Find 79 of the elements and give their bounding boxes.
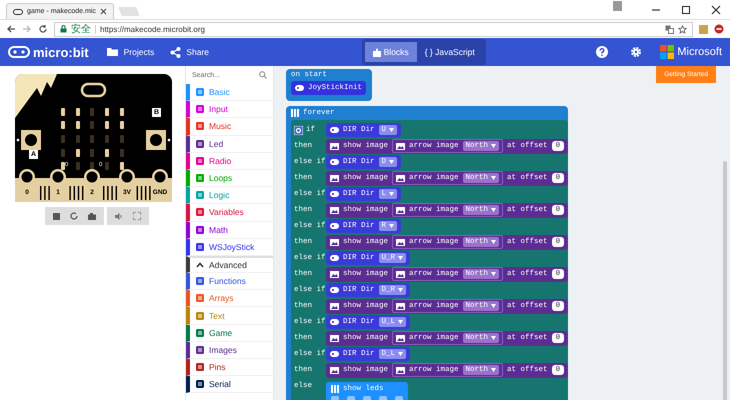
- gamepad-icon: [295, 85, 304, 91]
- gamepad-icon: [330, 255, 339, 261]
- caret-icon: [389, 128, 394, 132]
- gamepad-icon: [330, 191, 339, 197]
- grid-icon: [331, 385, 339, 393]
- search-icon[interactable]: [259, 71, 267, 79]
- microbit-logo-icon: [8, 46, 30, 58]
- gamepad-icon: [330, 159, 339, 165]
- caret-icon: [389, 192, 394, 196]
- close-icon[interactable]: [100, 8, 107, 15]
- tab-favicon-icon: [13, 8, 23, 14]
- image-icon: [330, 238, 339, 246]
- puzzle-icon: [372, 48, 381, 56]
- grid-icon: [291, 109, 299, 117]
- caret-icon: [196, 262, 204, 268]
- back-arrow-icon[interactable]: [6, 24, 16, 34]
- image-icon: [330, 174, 339, 182]
- image-icon: [330, 270, 339, 278]
- projects-button[interactable]: Projects: [106, 45, 154, 59]
- caret-icon: [398, 288, 404, 292]
- javascript-tab[interactable]: { } JavaScript: [416, 42, 483, 62]
- close-icon[interactable]: [711, 4, 721, 14]
- caret-icon: [398, 320, 404, 324]
- gamepad-icon: [330, 319, 339, 325]
- microbit-board-drawing[interactable]: [15, 74, 172, 202]
- help-icon[interactable]: [596, 46, 608, 58]
- lock-icon: [60, 25, 67, 33]
- image-icon: [396, 238, 406, 246]
- star-icon[interactable]: [678, 24, 687, 34]
- gear-icon[interactable]: [294, 126, 303, 134]
- caret-icon: [389, 224, 394, 228]
- gamepad-icon: [330, 351, 339, 357]
- url-text: https://makecode.microbit.org: [100, 24, 205, 34]
- caret-icon: [491, 144, 496, 148]
- caret-icon: [491, 176, 496, 180]
- reload-icon[interactable]: [38, 24, 48, 34]
- caret-icon: [491, 368, 496, 372]
- stop-icon[interactable]: [53, 212, 60, 220]
- share-button[interactable]: Share: [170, 44, 210, 60]
- microsoft-logo-icon: [660, 45, 674, 59]
- maximize-icon[interactable]: [681, 4, 691, 14]
- image-icon: [396, 270, 406, 278]
- settings-icon[interactable]: [630, 46, 642, 58]
- scrollbar[interactable]: [723, 161, 727, 400]
- image-icon: [330, 334, 339, 342]
- image-icon: [330, 142, 339, 150]
- image-icon: [396, 206, 406, 214]
- microsoft-text[interactable]: Microsoft: [677, 46, 722, 58]
- address-bar[interactable]: 安全 https://makecode.microbit.org: [54, 22, 693, 36]
- image-icon: [396, 142, 406, 150]
- share-icon: [170, 46, 182, 58]
- caret-icon: [491, 336, 496, 340]
- image-icon: [330, 206, 339, 214]
- image-icon: [330, 366, 339, 374]
- folder-icon: [106, 47, 119, 57]
- image-icon: [396, 366, 406, 374]
- caret-icon: [398, 352, 404, 356]
- translate-icon[interactable]: [665, 24, 674, 34]
- caret-icon: [491, 240, 496, 244]
- image-icon: [396, 174, 406, 182]
- stop-sign-icon[interactable]: [714, 24, 724, 34]
- restart-icon[interactable]: [70, 212, 78, 220]
- gamepad-icon: [330, 127, 339, 133]
- caret-icon: [398, 256, 404, 260]
- speaker-icon[interactable]: [115, 212, 123, 220]
- blocks-tab[interactable]: Blocks: [364, 42, 417, 62]
- camera-icon[interactable]: [88, 212, 96, 220]
- fullscreen-icon[interactable]: [133, 212, 141, 220]
- gamepad-icon: [330, 287, 339, 293]
- caret-icon: [491, 208, 496, 212]
- image-icon: [396, 302, 406, 310]
- caret-icon: [389, 160, 394, 164]
- caret-icon: [491, 304, 496, 308]
- gamepad-icon: [330, 223, 339, 229]
- logo-text[interactable]: micro:bit: [33, 44, 89, 60]
- security-label: 安全: [71, 22, 91, 36]
- caret-icon: [491, 272, 496, 276]
- image-icon: [330, 302, 339, 310]
- image-icon: [396, 334, 406, 342]
